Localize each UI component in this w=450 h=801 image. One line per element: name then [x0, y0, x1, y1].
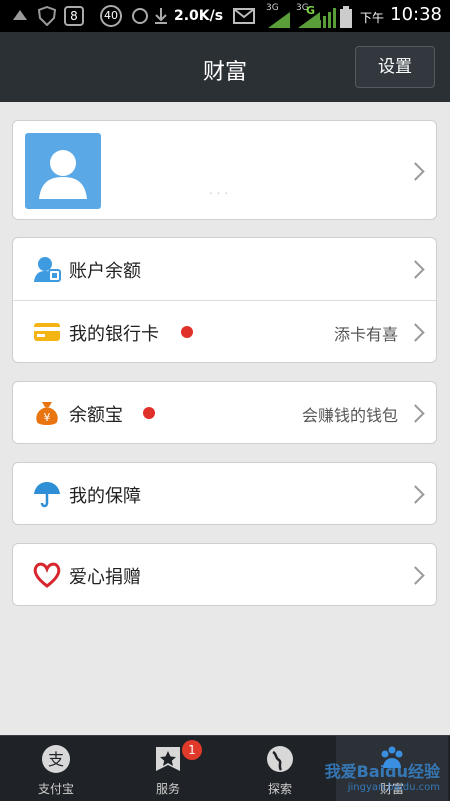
- signal-icon: [268, 12, 290, 28]
- star-icon: [156, 747, 180, 771]
- alipay-icon: 支: [42, 745, 70, 773]
- money-bag-icon: ¥: [36, 402, 58, 425]
- svg-text:支: 支: [48, 750, 64, 769]
- yuebao-card: ¥ 余额宝 会赚钱的钱包: [12, 381, 437, 444]
- clock: 10:38: [390, 4, 442, 25]
- notification-40-icon: 40: [100, 5, 122, 27]
- new-dot: [181, 326, 193, 338]
- avatar: [25, 133, 101, 209]
- user-icon: [39, 150, 87, 199]
- watermark-text: 我爱Baidu经验: [324, 762, 440, 781]
- tab-service[interactable]: 1 服务: [112, 736, 224, 801]
- tab-alipay[interactable]: 支 支付宝: [0, 736, 112, 801]
- ampm-label: 下午: [359, 11, 384, 25]
- row-bank-card-label: 我的银行卡: [69, 324, 159, 345]
- row-charity[interactable]: 爱心捐赠: [13, 544, 436, 606]
- battery-icon: [340, 6, 352, 28]
- row-yuebao[interactable]: ¥ 余额宝 会赚钱的钱包: [13, 382, 436, 444]
- watermark: 我爱Baidu经验 jingyan.baidu.com: [325, 758, 440, 793]
- tab-service-label: 服务: [155, 782, 180, 796]
- account-balance-icon: [34, 257, 61, 282]
- new-dot: [143, 407, 155, 419]
- network-speed: 2.0K/s: [174, 8, 224, 24]
- row-bank-card[interactable]: 我的银行卡 添卡有喜: [13, 301, 436, 363]
- service-badge: 1: [182, 740, 202, 760]
- watermark-subtext: jingyan.baidu.com: [347, 782, 440, 793]
- row-insurance-label: 我的保障: [69, 486, 141, 507]
- download-icon: [155, 8, 167, 24]
- svg-text:¥: ¥: [44, 411, 51, 424]
- sync-icon: [132, 8, 148, 24]
- row-balance[interactable]: 账户余额: [13, 238, 436, 300]
- signal-bars-icon: [318, 8, 336, 28]
- row-charity-label: 爱心捐赠: [69, 567, 141, 588]
- notification-8-icon: 8: [64, 6, 84, 26]
- tab-explore[interactable]: 探索: [224, 736, 336, 801]
- row-yuebao-label: 余额宝: [69, 405, 123, 426]
- chevron-right-icon: [406, 162, 425, 181]
- row-insurance[interactable]: 我的保障: [13, 463, 436, 525]
- shield-icon: [38, 6, 56, 26]
- heart-icon: [33, 562, 61, 588]
- charity-card: 爱心捐赠: [12, 543, 437, 606]
- settings-button[interactable]: 设置: [355, 46, 435, 88]
- mail-icon: [233, 8, 255, 24]
- insurance-card: 我的保障: [12, 462, 437, 525]
- globe-icon: [267, 746, 293, 772]
- status-bar: 8 40 2.0K/s 3G 3G G 下午 10:38: [0, 0, 450, 32]
- chevron-right-icon: [406, 485, 425, 504]
- chevron-right-icon: [406, 404, 425, 423]
- account-name: . . .: [209, 183, 229, 197]
- tab-alipay-label: 支付宝: [37, 782, 74, 796]
- account-group: 账户余额 我的银行卡 添卡有喜: [12, 237, 437, 363]
- profile-card[interactable]: . . .: [12, 120, 437, 220]
- umbrella-icon: [34, 482, 60, 508]
- usb-icon: [13, 10, 27, 20]
- network-g-label: G: [306, 4, 316, 17]
- row-balance-label: 账户余额: [69, 261, 141, 282]
- chevron-right-icon: [406, 260, 425, 279]
- app-header: 财富 设置: [0, 32, 450, 102]
- bank-card-icon: [34, 323, 60, 341]
- tab-explore-label: 探索: [267, 782, 292, 796]
- chevron-right-icon: [406, 323, 425, 342]
- row-bank-card-subtitle: 添卡有喜: [333, 325, 398, 344]
- row-yuebao-subtitle: 会赚钱的钱包: [301, 406, 398, 425]
- chevron-right-icon: [406, 566, 425, 585]
